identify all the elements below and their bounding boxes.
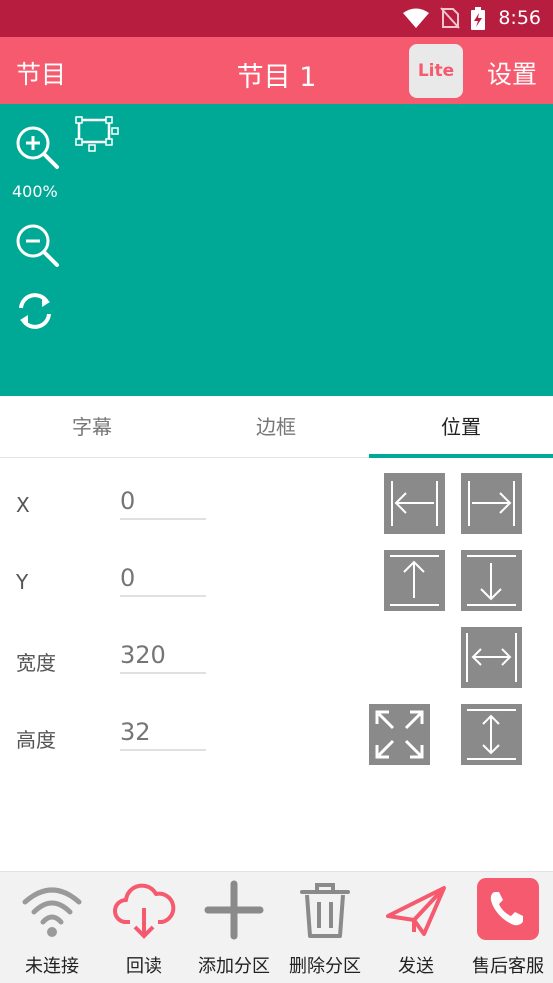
zoom-out-icon[interactable] — [14, 222, 60, 268]
wifi-icon — [22, 887, 82, 937]
align-left-button[interactable] — [384, 473, 445, 534]
align-bottom-button[interactable] — [461, 550, 522, 611]
tab-bar: 字幕 边框 位置 — [0, 396, 553, 458]
tab-indicator — [369, 454, 553, 458]
phone-icon — [477, 878, 539, 940]
preview-canvas[interactable]: 400% — [0, 104, 553, 396]
cloud-download-icon — [113, 883, 176, 939]
nav-connection[interactable]: 未连接 — [0, 872, 104, 983]
y-input[interactable] — [120, 561, 206, 597]
height-label: 高度 — [16, 728, 56, 752]
nav-customer-service-label: 售后客服 — [472, 956, 544, 977]
area-select-icon[interactable] — [75, 116, 119, 152]
send-icon — [386, 886, 446, 936]
tab-border[interactable]: 边框 — [184, 396, 368, 458]
tab-subtitle[interactable]: 字幕 — [0, 396, 184, 458]
x-label: X — [16, 493, 30, 517]
status-bar: 8:56 — [0, 0, 553, 37]
trash-icon — [300, 883, 350, 938]
no-sim-icon — [440, 7, 460, 29]
stretch-horizontal-button[interactable] — [461, 627, 522, 688]
wifi-signal-icon — [403, 8, 429, 28]
nav-send-label: 发送 — [398, 956, 434, 977]
nav-readback-label: 回读 — [126, 956, 162, 977]
nav-customer-service[interactable]: 售后客服 — [456, 872, 553, 983]
nav-connection-label: 未连接 — [25, 956, 79, 977]
stretch-horizontal-icon — [466, 633, 517, 682]
align-bottom-icon — [467, 555, 516, 606]
width-label: 宽度 — [16, 651, 56, 675]
settings-button[interactable]: 设置 — [487, 55, 537, 91]
stretch-vertical-icon — [467, 709, 516, 760]
expand-icon — [375, 710, 424, 759]
nav-delete-partition[interactable]: 删除分区 — [273, 872, 377, 983]
align-right-button[interactable] — [461, 473, 522, 534]
zoom-level: 400% — [12, 182, 58, 201]
plus-icon — [204, 880, 264, 940]
align-right-icon — [468, 481, 515, 526]
tab-position[interactable]: 位置 — [369, 396, 553, 458]
y-label: Y — [16, 570, 29, 594]
fullscreen-button[interactable] — [369, 704, 430, 765]
x-input[interactable] — [120, 484, 206, 520]
battery-charging-icon — [471, 7, 485, 30]
stretch-vertical-button[interactable] — [461, 704, 522, 765]
bottom-nav: 未连接 回读 添加分区 删除分区 发送 售后客服 — [0, 871, 553, 983]
height-input[interactable] — [120, 715, 206, 751]
refresh-icon[interactable] — [14, 290, 56, 332]
nav-send[interactable]: 发送 — [364, 872, 468, 983]
nav-delete-partition-label: 删除分区 — [289, 956, 361, 977]
align-top-icon — [390, 555, 439, 606]
align-left-icon — [391, 481, 438, 526]
status-time: 8:56 — [498, 7, 541, 29]
nav-add-partition-label: 添加分区 — [198, 956, 270, 977]
align-top-button[interactable] — [384, 550, 445, 611]
nav-readback[interactable]: 回读 — [92, 872, 196, 983]
app-bar: 节目 节目 1 Lite 设置 — [0, 37, 553, 104]
nav-add-partition[interactable]: 添加分区 — [182, 872, 286, 983]
width-input[interactable] — [120, 638, 206, 674]
lite-badge[interactable]: Lite — [409, 44, 463, 98]
page-title: 节目 1 — [236, 62, 317, 93]
zoom-in-icon[interactable] — [14, 124, 60, 170]
